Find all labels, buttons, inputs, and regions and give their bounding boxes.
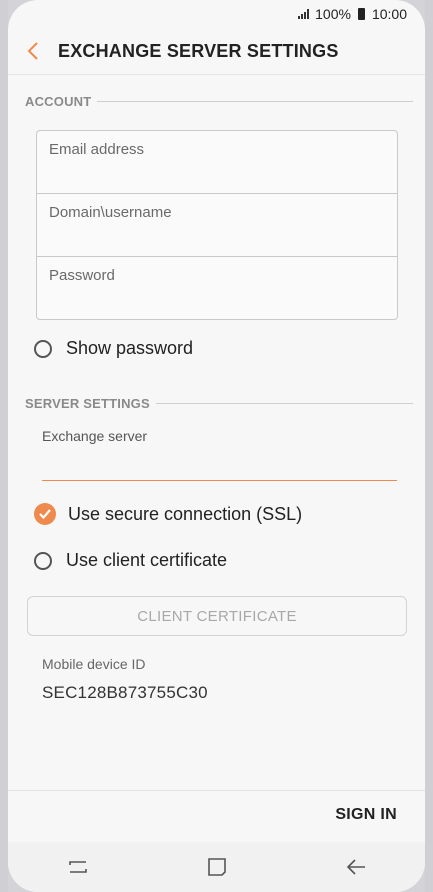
account-fields: Email address Domain\username Password [36,130,398,320]
recents-icon [68,861,87,873]
client-certificate-label: Use client certificate [66,550,228,570]
server-settings-section-header: SERVER SETTINGS [25,396,413,411]
home-icon [207,858,226,876]
password-label: Password [49,267,115,284]
section-title: ACCOUNT [25,94,92,109]
checkmark-icon [39,509,51,520]
recents-button[interactable] [58,852,98,882]
back-nav-button[interactable] [336,852,376,882]
app-bar: EXCHANGE SERVER SETTINGS [8,28,425,74]
navigation-bar [8,842,425,892]
section-title: SERVER SETTINGS [25,396,150,411]
email-field[interactable]: Email address [37,131,397,193]
sign-in-button[interactable]: SIGN IN [335,806,397,824]
divider [8,790,425,791]
checkbox-unchecked-icon [34,339,52,358]
domain-username-label: Domain\username [49,204,172,221]
ssl-label: Use secure connection (SSL) [68,503,303,524]
mobile-device-id-label: Mobile device ID [42,656,146,672]
chevron-left-icon [27,42,38,60]
show-password-checkbox[interactable]: Show password [34,338,193,359]
home-button[interactable] [197,852,237,882]
device-edge-left [0,0,8,892]
status-bar: 100% 10:00 [8,0,425,28]
client-certificate-checkbox[interactable]: Use client certificate [34,550,227,571]
checkbox-unchecked-icon [34,551,52,570]
client-certificate-button[interactable]: CLIENT CERTIFICATE [27,596,407,636]
ssl-checkbox[interactable]: Use secure connection (SSL) [34,503,302,525]
clock: 10:00 [371,6,407,22]
exchange-server-input[interactable] [42,446,397,481]
back-arrow-icon [346,859,365,875]
battery-percent: 100% [315,6,351,22]
show-password-label: Show password [66,338,194,358]
back-button[interactable] [10,28,56,74]
email-field-label: Email address [49,141,145,158]
page-title: EXCHANGE SERVER SETTINGS [58,40,339,61]
domain-username-field[interactable]: Domain\username [37,194,397,256]
mobile-device-id-value: SEC128B873755C30 [42,683,208,702]
divider [155,403,413,404]
device-edge-right [425,0,433,892]
screen: 100% 10:00 EXCHANGE SERVER SETTINGS ACCO… [8,0,425,892]
battery-icon [357,8,365,20]
divider [8,74,425,75]
checkbox-checked-icon [34,503,56,525]
divider [97,101,413,102]
account-section-header: ACCOUNT [25,94,413,109]
password-field[interactable]: Password [37,257,397,319]
signal-icon [298,9,310,19]
exchange-server-label: Exchange server [42,428,148,444]
